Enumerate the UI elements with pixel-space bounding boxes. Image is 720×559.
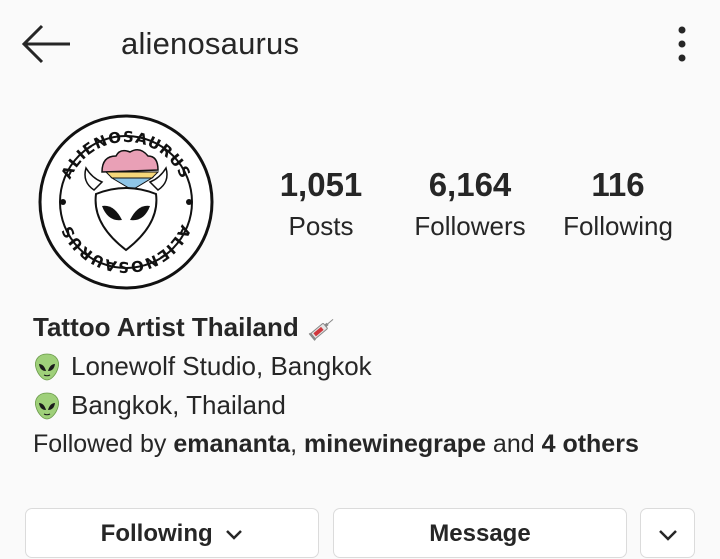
bio-studio: Lonewolf Studio, Bangkok — [71, 351, 372, 381]
followed-by-and: and — [485, 430, 542, 458]
more-options-button[interactable] — [664, 22, 700, 66]
following-label: Following — [563, 211, 673, 241]
alien-logo: ALIENOSAURUS ALIENOSAURUS — [38, 114, 214, 290]
posts-count: 1,051 — [279, 166, 363, 203]
suggested-accounts-button[interactable] — [640, 508, 695, 558]
posts-label: Posts — [288, 211, 354, 241]
back-button[interactable] — [20, 22, 74, 66]
message-button-label: Message — [429, 520, 531, 547]
followed-by-others[interactable]: 4 others — [542, 425, 639, 464]
alien-icon — [33, 352, 61, 382]
bio-location: Bangkok, Thailand — [71, 390, 286, 420]
alien-icon — [33, 391, 61, 421]
followed-by-prefix: Followed by — [33, 430, 174, 458]
followed-by-user-1[interactable]: emananta — [173, 425, 290, 464]
posts-stat[interactable]: 1,051 Posts — [246, 164, 396, 244]
followed-by-separator: , — [290, 430, 304, 458]
chevron-down-icon — [226, 529, 243, 540]
profile-avatar[interactable]: ALIENOSAURUS ALIENOSAURUS — [38, 114, 214, 290]
profile-bio: Tattoo Artist Thailand Lonewolf Studio, … — [33, 308, 713, 464]
following-button[interactable]: Following — [25, 508, 319, 558]
arrow-left-icon — [21, 24, 70, 64]
bio-line-location: Bangkok, Thailand — [33, 386, 713, 425]
profile-username: alienosaurus — [121, 26, 300, 61]
followers-count: 6,164 — [428, 166, 512, 203]
following-stat[interactable]: 116 Following — [543, 164, 693, 244]
top-bar: alienosaurus — [0, 0, 720, 90]
bio-line-studio: Lonewolf Studio, Bangkok — [33, 347, 713, 386]
bio-name: Tattoo Artist Thailand — [33, 312, 299, 342]
syringe-icon — [307, 313, 337, 343]
following-button-label: Following — [100, 520, 213, 547]
bio-name-line: Tattoo Artist Thailand — [33, 308, 713, 347]
followers-label: Followers — [414, 211, 526, 241]
message-button[interactable]: Message — [333, 508, 627, 558]
vertical-dots-icon — [678, 26, 686, 62]
following-count: 116 — [591, 166, 645, 203]
followers-stat[interactable]: 6,164 Followers — [395, 164, 545, 244]
followed-by-user-2[interactable]: minewinegrape — [304, 425, 486, 464]
followed-by-line[interactable]: Followed by emananta , minewinegrape and… — [33, 425, 713, 464]
